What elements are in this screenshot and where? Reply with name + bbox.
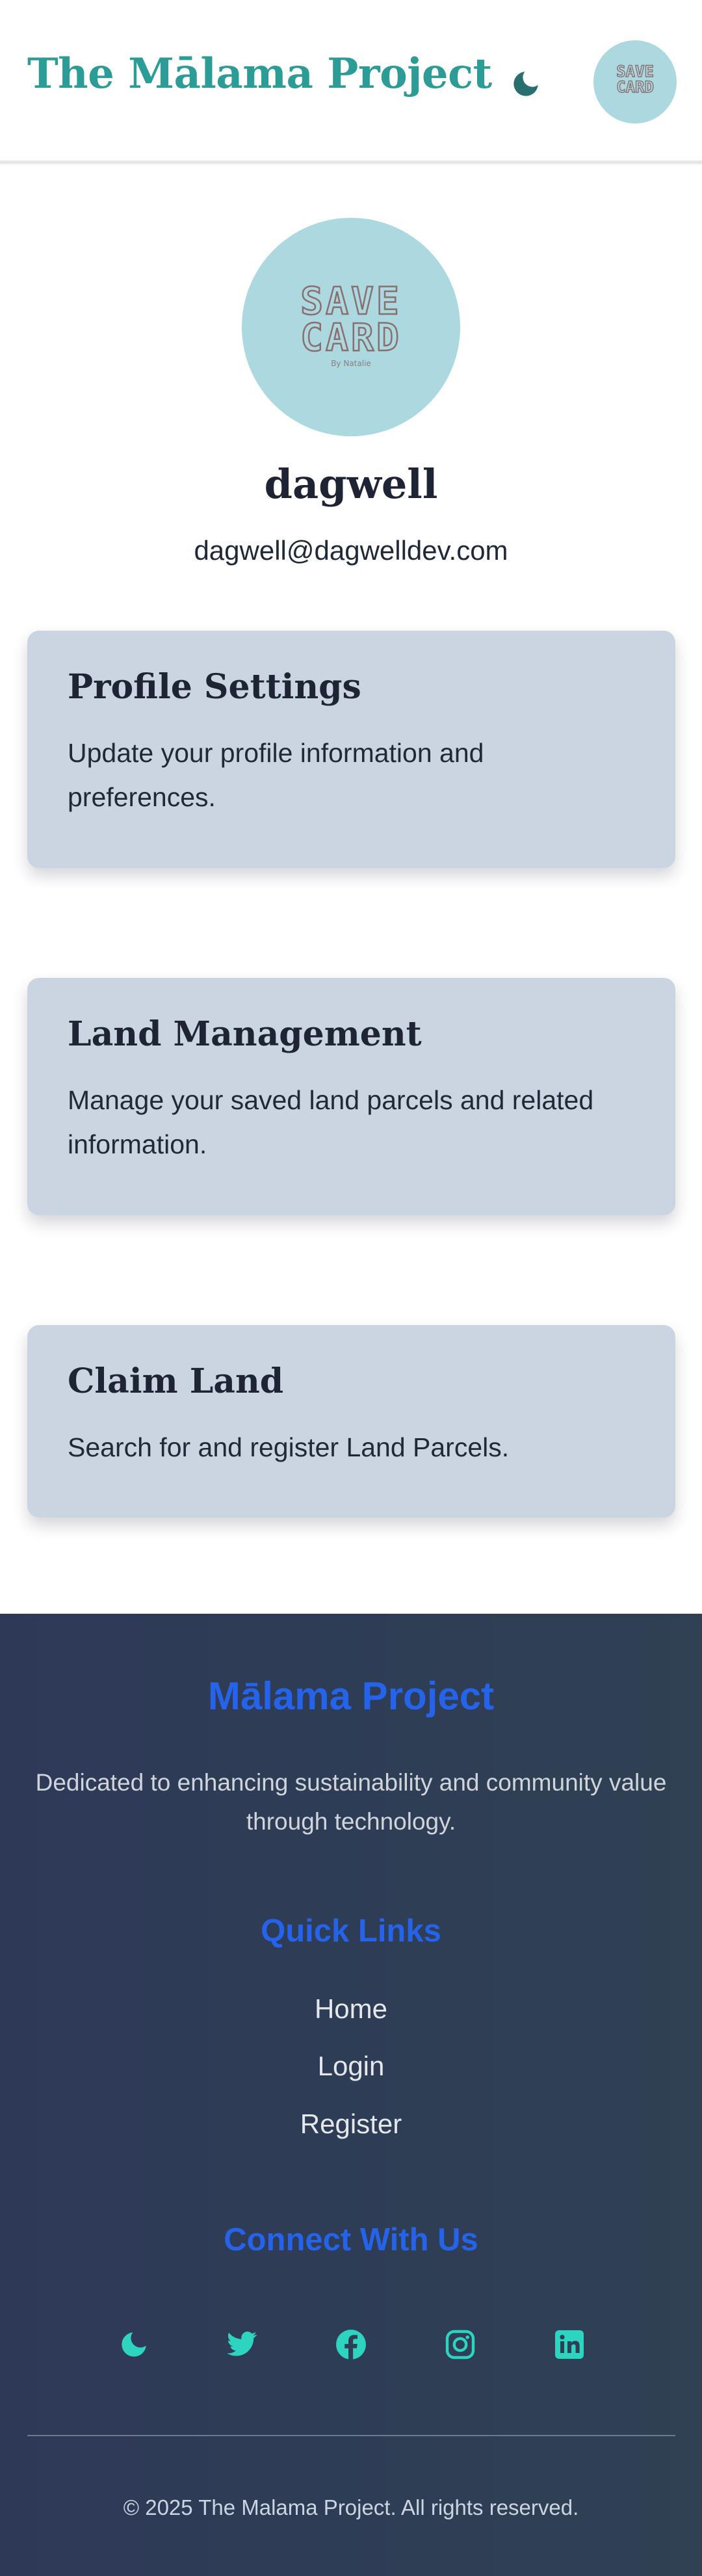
connect-heading: Connect With Us [224, 2222, 478, 2257]
land-management-card[interactable]: Land Management Manage your saved land p… [27, 978, 675, 1215]
user-avatar-button[interactable]: SAVE CARD [593, 40, 677, 124]
footer-title: Mālama Project [207, 1674, 495, 1718]
instagram-icon [445, 2330, 475, 2359]
theme-toggle-button[interactable] [504, 62, 547, 105]
facebook-icon [336, 2330, 366, 2359]
profile-avatar-logo-bottom: CARD [300, 315, 402, 360]
card-description: Manage your saved land parcels and relat… [68, 1085, 594, 1160]
footer-description: Dedicated to enhancing sustainability an… [35, 1769, 667, 1835]
social-link-theme[interactable] [109, 2320, 159, 2369]
footer-link-login[interactable]: Login [0, 2051, 702, 2082]
copyright-text: © 2025 The Malama Project. All rights re… [123, 2495, 579, 2519]
site-footer: Mālama Project Dedicated to enhancing su… [0, 1614, 702, 2576]
social-link-linkedin[interactable] [545, 2320, 594, 2369]
social-link-facebook[interactable] [326, 2320, 376, 2369]
avatar-image: SAVE CARD [616, 62, 654, 96]
card-description: Update your profile information and pref… [68, 738, 484, 813]
moon-icon [514, 72, 538, 96]
site-brand[interactable]: The Mālama Project [27, 49, 492, 98]
avatar-logo-bottom: CARD [616, 78, 654, 96]
site-header: The Mālama Project SAVE CARD [0, 0, 702, 164]
card-title: Land Management [68, 1014, 422, 1054]
twitter-icon [227, 2332, 257, 2356]
profile-avatar-image: SAVE CARD By Natalie [300, 278, 402, 368]
footer-link-home[interactable]: Home [0, 1993, 702, 2025]
profile-avatar-byline: By Natalie [331, 359, 371, 368]
profile-username: dagwell [264, 460, 438, 508]
quick-links-heading: Quick Links [261, 1913, 441, 1949]
footer-divider [27, 2435, 675, 2436]
card-title: Profile Settings [68, 667, 361, 707]
moon-icon [122, 2332, 146, 2357]
claim-land-card[interactable]: Claim Land Search for and register Land … [27, 1325, 675, 1518]
profile-avatar: SAVE CARD By Natalie [242, 218, 460, 436]
footer-link-register[interactable]: Register [0, 2109, 702, 2140]
social-link-twitter[interactable] [217, 2320, 266, 2369]
social-link-instagram[interactable] [436, 2320, 485, 2369]
card-title: Claim Land [68, 1361, 284, 1401]
profile-settings-card[interactable]: Profile Settings Update your profile inf… [27, 631, 675, 868]
profile-email: dagwell@dagwelldev.com [194, 535, 508, 566]
linkedin-icon [555, 2330, 584, 2359]
card-description: Search for and register Land Parcels. [68, 1432, 510, 1463]
